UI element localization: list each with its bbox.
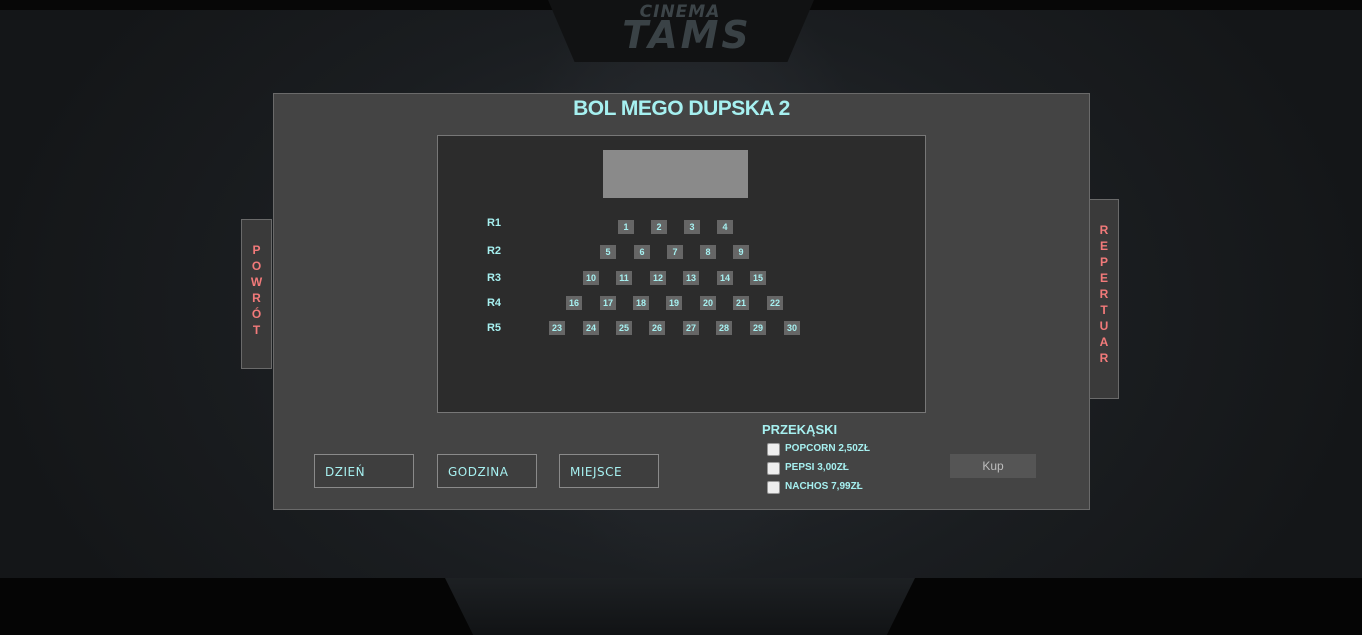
seat[interactable]: 18 (633, 296, 649, 310)
seat-select[interactable]: MIEJSCE (559, 454, 659, 488)
seat[interactable]: 3 (684, 220, 700, 234)
seat[interactable]: 26 (649, 321, 665, 335)
seat[interactable]: 23 (549, 321, 565, 335)
seat[interactable]: 6 (634, 245, 650, 259)
pepsi-label: PEPSI 3,00ZŁ (785, 462, 849, 473)
repertoire-letter: E (1099, 239, 1108, 253)
repertoire-letter: P (1099, 255, 1108, 269)
row-label: R4 (486, 297, 502, 309)
seat[interactable]: 24 (583, 321, 599, 335)
popcorn-checkbox[interactable] (767, 443, 780, 456)
back-letter: W (250, 275, 263, 289)
day-select[interactable]: DZIEŃ (314, 454, 414, 488)
pepsi-checkbox[interactable] (767, 462, 780, 475)
seat[interactable]: 1 (618, 220, 634, 234)
seat[interactable]: 5 (600, 245, 616, 259)
seat[interactable]: 22 (767, 296, 783, 310)
repertoire-letter: R (1099, 223, 1109, 237)
row-label: R1 (486, 217, 502, 229)
seat[interactable]: 10 (583, 271, 599, 285)
seat[interactable]: 14 (717, 271, 733, 285)
seat[interactable]: 9 (733, 245, 749, 259)
repertoire-letter: U (1099, 319, 1109, 333)
footer-shape (445, 578, 915, 635)
nachos-label: NACHOS 7,99ZŁ (785, 481, 863, 492)
back-tab[interactable]: P O W R Ó T (241, 219, 272, 369)
repertoire-tab[interactable]: R E P E R T U A R (1089, 199, 1119, 399)
seat[interactable]: 17 (600, 296, 616, 310)
seat[interactable]: 30 (784, 321, 800, 335)
seat[interactable]: 4 (717, 220, 733, 234)
popcorn-label: POPCORN 2,50ZŁ (785, 443, 871, 454)
row-label: R3 (486, 272, 502, 284)
repertoire-letter: T (1100, 303, 1108, 317)
movie-title: BOL MEGO DUPSKA 2 (573, 97, 790, 120)
seat[interactable]: 20 (700, 296, 716, 310)
row-label: R5 (486, 322, 502, 334)
seat[interactable]: 8 (700, 245, 716, 259)
repertoire-letter: R (1099, 351, 1109, 365)
snacks-title: PRZEKĄSKI (762, 422, 838, 437)
cinema-screen (603, 150, 748, 198)
back-letter: P (252, 243, 261, 257)
repertoire-letter: R (1099, 287, 1109, 301)
seat[interactable]: 2 (651, 220, 667, 234)
seat[interactable]: 28 (716, 321, 732, 335)
row-label: R2 (486, 245, 502, 257)
seat[interactable]: 25 (616, 321, 632, 335)
seat[interactable]: 29 (750, 321, 766, 335)
back-letter: O (251, 259, 262, 273)
back-letter: T (252, 323, 261, 337)
seat[interactable]: 11 (616, 271, 632, 285)
hour-select[interactable]: GODZINA (437, 454, 537, 488)
seat[interactable]: 16 (566, 296, 582, 310)
seat[interactable]: 15 (750, 271, 766, 285)
buy-button[interactable]: Kup (950, 454, 1036, 478)
nachos-checkbox[interactable] (767, 481, 780, 494)
seat[interactable]: 12 (650, 271, 666, 285)
seat[interactable]: 7 (667, 245, 683, 259)
repertoire-letter: E (1099, 271, 1108, 285)
back-letter: R (252, 291, 261, 305)
repertoire-letter: A (1099, 335, 1109, 349)
seat[interactable]: 27 (683, 321, 699, 335)
seat[interactable]: 13 (683, 271, 699, 285)
seat[interactable]: 19 (666, 296, 682, 310)
seat[interactable]: 21 (733, 296, 749, 310)
back-letter: Ó (251, 307, 262, 321)
logo-tams[interactable]: TAMS (572, 13, 802, 57)
